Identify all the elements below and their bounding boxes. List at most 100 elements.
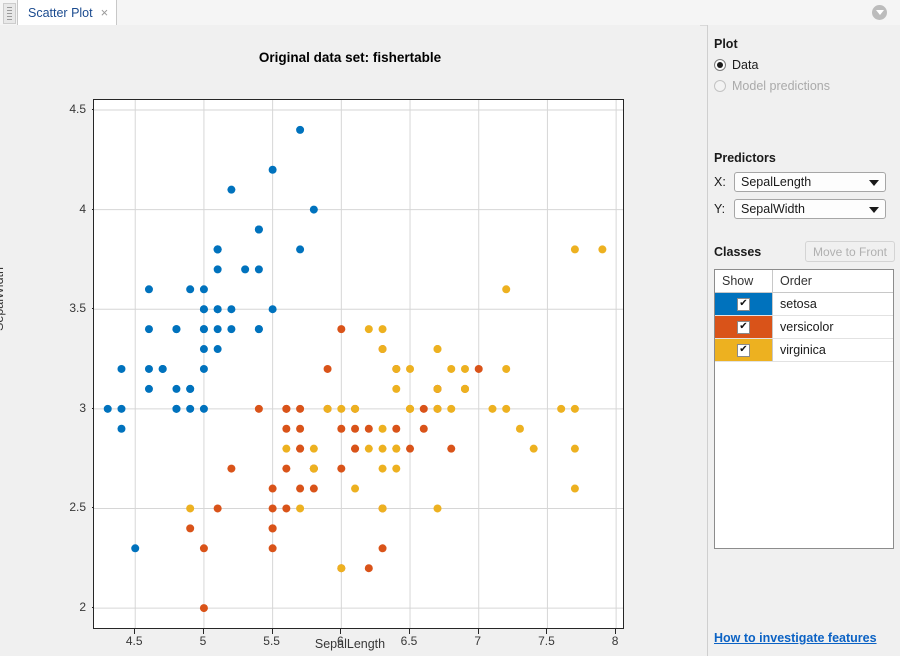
- scatter-point: [447, 445, 455, 453]
- x-tick-mark: [615, 629, 616, 634]
- tab-scatter-plot[interactable]: Scatter Plot ×: [17, 0, 117, 25]
- table-row[interactable]: ✔ virginica: [715, 339, 893, 362]
- scatter-point: [502, 285, 510, 293]
- x-tick-mark: [134, 629, 135, 634]
- scatter-point: [214, 504, 222, 512]
- scatter-point: [310, 445, 318, 453]
- scatter-point: [255, 405, 263, 413]
- scatter-point: [214, 325, 222, 333]
- scatter-point: [379, 544, 387, 552]
- scatter-point: [502, 365, 510, 373]
- scatter-point: [296, 425, 304, 433]
- x-tick-mark: [409, 629, 410, 634]
- scatter-point: [117, 425, 125, 433]
- scatter-point: [255, 265, 263, 273]
- classes-table-body: ✔setosa✔versicolor✔virginica: [715, 293, 893, 362]
- class-color-swatch: ✔: [715, 316, 773, 338]
- scatter-point: [379, 425, 387, 433]
- scatter-point: [214, 245, 222, 253]
- scatter-point: [461, 365, 469, 373]
- scatter-svg: [94, 100, 623, 628]
- chevron-down-icon: [869, 180, 879, 186]
- scatter-point: [434, 345, 442, 353]
- scatter-point: [269, 544, 277, 552]
- scatter-point: [351, 405, 359, 413]
- x-tick-mark: [340, 629, 341, 634]
- scatter-point: [488, 405, 496, 413]
- scatter-point: [282, 405, 290, 413]
- scatter-point: [379, 465, 387, 473]
- scatter-point: [255, 226, 263, 234]
- scatter-point: [310, 485, 318, 493]
- x-tick-mark: [546, 629, 547, 634]
- show-checkbox[interactable]: ✔: [737, 344, 750, 357]
- scatter-point: [200, 325, 208, 333]
- scatter-point: [227, 465, 235, 473]
- scatter-point: [392, 465, 400, 473]
- scatter-plot-canvas[interactable]: [93, 99, 624, 629]
- scatter-point: [296, 405, 304, 413]
- scatter-point: [172, 325, 180, 333]
- table-row[interactable]: ✔versicolor: [715, 316, 893, 339]
- scatter-point: [434, 385, 442, 393]
- scatter-point: [337, 425, 345, 433]
- scatter-point: [392, 365, 400, 373]
- tab-bar: Scatter Plot ×: [0, 0, 900, 26]
- classes-table[interactable]: Show Order ✔setosa✔versicolor✔virginica: [714, 269, 894, 549]
- y-predictor-value: SepalWidth: [741, 202, 805, 216]
- show-checkbox[interactable]: ✔: [737, 321, 750, 334]
- chevron-down-icon[interactable]: [872, 5, 887, 20]
- scatter-point: [200, 405, 208, 413]
- radio-data[interactable]: Data: [714, 58, 895, 72]
- scatter-point: [447, 405, 455, 413]
- scatter-point: [310, 206, 318, 214]
- scatter-point: [145, 325, 153, 333]
- y-tick-label: 2: [46, 600, 86, 614]
- scatter-point: [406, 365, 414, 373]
- scatter-point: [117, 405, 125, 413]
- scatter-point: [241, 265, 249, 273]
- column-header-show: Show: [715, 270, 773, 292]
- scatter-point: [296, 126, 304, 134]
- plot-group-label: Plot: [714, 37, 895, 51]
- scatter-point: [296, 245, 304, 253]
- scatter-point: [186, 504, 194, 512]
- radio-data-icon[interactable]: [714, 59, 726, 71]
- scatter-point: [269, 305, 277, 313]
- scatter-point: [571, 445, 579, 453]
- close-icon[interactable]: ×: [101, 6, 109, 19]
- move-to-front-button[interactable]: Move to Front: [805, 241, 895, 262]
- scatter-point: [310, 465, 318, 473]
- scatter-point: [351, 445, 359, 453]
- scatter-point: [365, 325, 373, 333]
- scatter-point: [269, 166, 277, 174]
- scatter-point: [530, 445, 538, 453]
- scatter-point: [337, 465, 345, 473]
- show-checkbox[interactable]: ✔: [737, 298, 750, 311]
- panel-drag-handle[interactable]: [3, 3, 16, 24]
- scatter-point: [145, 365, 153, 373]
- scatter-point: [379, 445, 387, 453]
- class-name: setosa: [773, 293, 893, 315]
- y-predictor-select[interactable]: SepalWidth: [734, 199, 886, 219]
- scatter-point: [172, 405, 180, 413]
- control-panel: Plot Data Model predictions Predictors X…: [707, 25, 900, 656]
- tab-label: Scatter Plot: [28, 6, 93, 20]
- scatter-point: [227, 186, 235, 194]
- scatter-point: [159, 365, 167, 373]
- scatter-point: [200, 305, 208, 313]
- x-predictor-select[interactable]: SepalLength: [734, 172, 886, 192]
- scatter-point: [571, 405, 579, 413]
- x-tick-mark: [272, 629, 273, 634]
- scatter-point: [269, 485, 277, 493]
- predictor-y-row: Y: SepalWidth: [714, 199, 895, 219]
- class-name: virginica: [773, 339, 893, 361]
- how-to-investigate-features-link[interactable]: How to investigate features: [714, 631, 877, 645]
- predictor-x-label: X:: [714, 175, 728, 189]
- scatter-point: [337, 405, 345, 413]
- scatter-point: [200, 365, 208, 373]
- scatter-point: [392, 385, 400, 393]
- table-row[interactable]: ✔ setosa: [715, 293, 893, 316]
- class-color-swatch: ✔: [715, 293, 773, 315]
- scatter-point: [186, 285, 194, 293]
